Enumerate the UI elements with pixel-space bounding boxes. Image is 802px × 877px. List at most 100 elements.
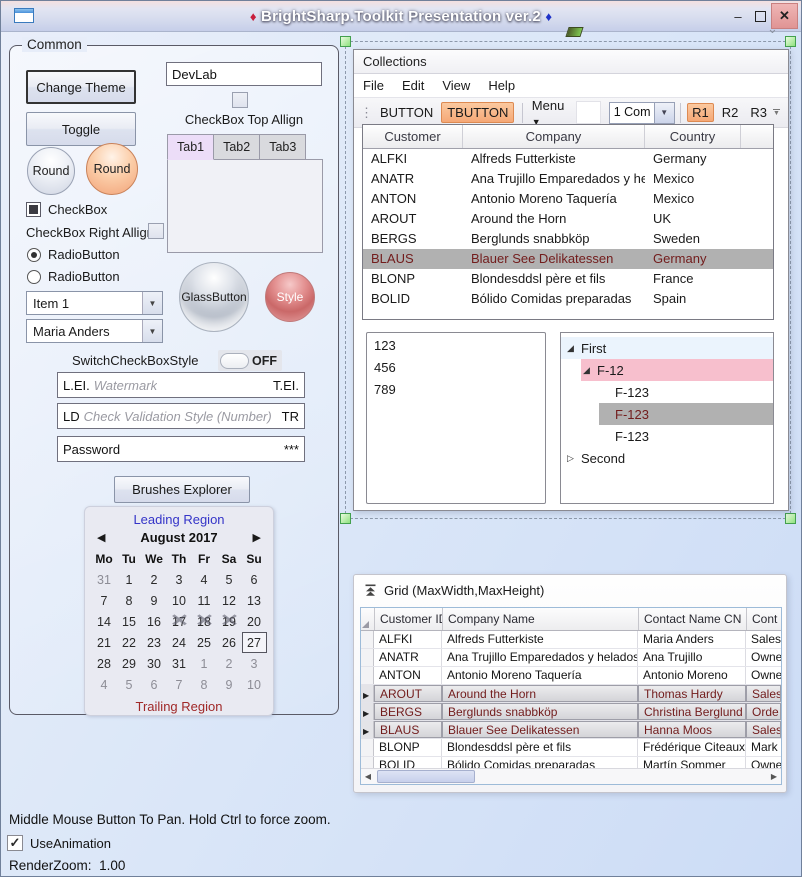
list-item[interactable]: 456	[367, 357, 545, 379]
calendar-day[interactable]: 10	[242, 674, 267, 695]
listview-row[interactable]: ANATR Ana Trujillo Emparedados y hela Me…	[363, 169, 773, 189]
calendar-day[interactable]: 12	[217, 590, 242, 611]
calendar-day[interactable]: 7	[167, 674, 192, 695]
use-animation-checkbox[interactable]: ✓	[7, 835, 23, 851]
minimize-button[interactable]: –	[727, 4, 749, 28]
calendar-day[interactable]: 2	[217, 653, 242, 674]
calendar-day[interactable]: 22	[117, 632, 142, 653]
calendar-day[interactable]: 27	[242, 632, 267, 653]
calendar-day[interactable]: 5	[117, 674, 142, 695]
checkbox-top-align[interactable]	[232, 92, 248, 108]
tree-node[interactable]: ▷ Second	[561, 447, 773, 469]
column-header-customer-id[interactable]: Customer ID	[375, 608, 443, 630]
calendar-prev-icon[interactable]: ◀	[97, 531, 111, 544]
resize-handle-bottom-left[interactable]	[340, 513, 351, 524]
calendar-day[interactable]: 4	[192, 569, 217, 590]
row-header[interactable]	[361, 631, 374, 648]
calendar-day[interactable]: 6	[242, 569, 267, 590]
calendar-day[interactable]: 31	[167, 653, 192, 674]
validation-textbox[interactable]: LD Check Validation Style (Number) TR	[57, 403, 305, 429]
tab-tab3[interactable]: Tab3	[260, 134, 306, 160]
calendar-day[interactable]: 5	[217, 569, 242, 590]
calendar-day[interactable]: 9	[217, 674, 242, 695]
menu-view[interactable]: View	[433, 78, 479, 93]
radiobutton-checked[interactable]	[27, 248, 41, 262]
calendar-day[interactable]: 25	[192, 632, 217, 653]
menu-file[interactable]: File	[354, 78, 393, 93]
tree-expander-icon[interactable]: ◢	[583, 365, 597, 376]
switch-checkbox[interactable]: OFF	[218, 350, 282, 371]
toolbar-textbox[interactable]	[576, 101, 600, 124]
calendar-day[interactable]: 8	[117, 590, 142, 611]
listview-row[interactable]: ALFKI Alfreds Futterkiste Germany	[363, 149, 773, 169]
calendar-day[interactable]: 21	[92, 632, 117, 653]
calendar-day[interactable]: 6	[142, 674, 167, 695]
row-header[interactable]	[361, 721, 374, 738]
toggle-button[interactable]: Toggle	[26, 112, 136, 146]
listview-row[interactable]: BERGS Berglunds snabbköp Sweden	[363, 229, 773, 249]
calendar-day[interactable]: 4	[92, 674, 117, 695]
toolbar-grip-icon[interactable]: ⋮	[360, 105, 371, 121]
listview-row[interactable]: BOLID Bólido Comidas preparadas Spain	[363, 289, 773, 309]
datagrid-row[interactable]: BLONP Blondesddsl père et fils Frédériqu…	[361, 739, 781, 757]
checkbox-checked[interactable]	[26, 202, 41, 217]
round-button-orange[interactable]: Round	[86, 143, 138, 195]
tree-node[interactable]: ◢ F-12	[581, 359, 773, 381]
chevron-down-icon[interactable]: ▼	[142, 320, 162, 342]
calendar-day[interactable]: 9	[142, 590, 167, 611]
column-header-contact-name[interactable]: Contact Name CN	[639, 608, 747, 630]
row-header[interactable]	[361, 667, 374, 684]
calendar-day[interactable]: 1	[192, 653, 217, 674]
list-item[interactable]: 123	[367, 335, 545, 357]
row-header[interactable]	[361, 685, 374, 702]
calendar-day[interactable]: 19	[217, 611, 242, 632]
toolbar-combobox[interactable]: 1 Com ▼	[609, 102, 675, 124]
row-header[interactable]	[361, 703, 374, 720]
listview-row[interactable]: AROUT Around the Horn UK	[363, 209, 773, 229]
title-bar[interactable]: ♦ BrightSharp.Toolkit Presentation ver.2…	[1, 1, 801, 32]
calendar-day[interactable]: 11	[192, 590, 217, 611]
row-header[interactable]	[361, 649, 374, 666]
scrollbar-thumb[interactable]	[377, 770, 475, 783]
tree-expander-icon[interactable]: ▷	[567, 453, 581, 464]
style-button[interactable]: Style	[265, 272, 315, 322]
calendar-month-title[interactable]: August 2017	[111, 530, 247, 545]
column-header-country[interactable]: Country	[645, 125, 741, 148]
datagrid-row[interactable]: ANTON Antonio Moreno Taquería Antonio Mo…	[361, 667, 781, 685]
collapse-icon[interactable]	[364, 584, 377, 597]
resize-handle-bottom-right[interactable]	[785, 513, 796, 524]
column-header-contact-title[interactable]: Cont	[747, 608, 781, 630]
toolbar-overflow-icon[interactable]: ▼	[773, 109, 780, 116]
tree-node[interactable]: ◢ First	[561, 337, 773, 359]
watermark-textbox[interactable]: L.EI. Watermark T.EI.	[57, 372, 305, 398]
select-all-corner[interactable]	[361, 608, 375, 630]
calendar-day[interactable]: 23	[142, 632, 167, 653]
calendar-day[interactable]: 31	[92, 569, 117, 590]
calendar-day[interactable]: 15	[117, 611, 142, 632]
calendar-day[interactable]: 13	[242, 590, 267, 611]
brushes-explorer-button[interactable]: Brushes Explorer	[114, 476, 250, 503]
round-button-gray[interactable]: Round	[27, 147, 75, 195]
calendar-day[interactable]: 26	[217, 632, 242, 653]
calendar-day[interactable]: 8	[192, 674, 217, 695]
change-theme-button[interactable]: Change Theme	[26, 70, 136, 104]
password-textbox[interactable]: Password ***	[57, 436, 305, 462]
column-header-company[interactable]: Company	[463, 125, 645, 148]
calendar-day[interactable]: 3	[167, 569, 192, 590]
calendar-day[interactable]: 10	[167, 590, 192, 611]
calendar-day[interactable]: 7	[92, 590, 117, 611]
calendar-day[interactable]: 3	[242, 653, 267, 674]
datagrid-row[interactable]: BERGS Berglunds snabbköp Christina Bergl…	[361, 703, 781, 721]
list-item[interactable]: 789	[367, 379, 545, 401]
calendar-day[interactable]: 1	[117, 569, 142, 590]
checkbox-right-align[interactable]	[148, 223, 164, 239]
collections-title[interactable]: Collections	[354, 50, 788, 74]
toolbar-radio-r2[interactable]: R2	[718, 104, 743, 121]
tree-node[interactable]: F-123	[599, 403, 773, 425]
calendar-day[interactable]: 28	[92, 653, 117, 674]
toolbar-radio-r1[interactable]: R1	[687, 103, 714, 122]
toolbar-toggle-button[interactable]: TBUTTON	[441, 102, 514, 123]
chevron-down-icon[interactable]: ▼	[142, 292, 162, 314]
toolbar-menu-button[interactable]: Menu ▼	[528, 98, 569, 128]
listview-row[interactable]: BLAUS Blauer See Delikatessen Germany	[363, 249, 773, 269]
